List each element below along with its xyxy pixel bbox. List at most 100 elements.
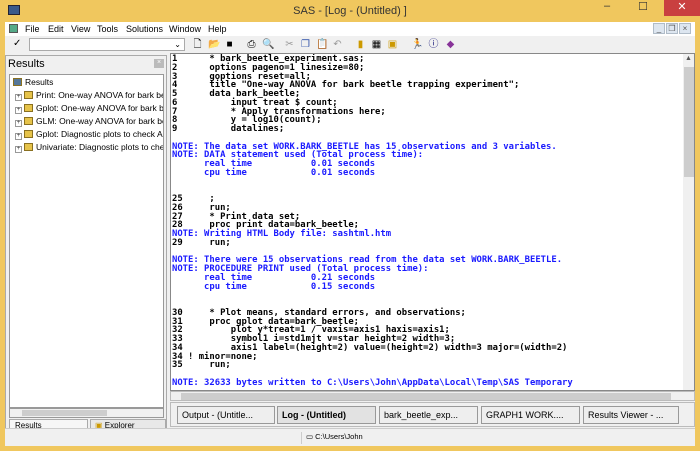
tree-item-label: Gplot: One-way ANOVA for bark beetle <box>36 103 164 113</box>
tree-item[interactable]: + Gplot: Diagnostic plots to check ANOVA <box>15 129 163 140</box>
results-title: Results <box>8 58 45 70</box>
tree-item[interactable]: + Univariate: Diagnostic plots to check <box>15 142 164 153</box>
tree-item-label: Gplot: Diagnostic plots to check ANOVA <box>36 129 163 139</box>
task-label: bark_beetle_exp... <box>384 410 459 420</box>
expand-icon[interactable]: + <box>15 146 22 153</box>
task-output[interactable]: Output - (Untitle... <box>177 406 275 424</box>
app-body: File Edit View Tools Solutions Window He… <box>5 22 695 446</box>
new-icon[interactable]: 🗋 <box>192 39 203 50</box>
menu-solutions[interactable]: Solutions <box>126 24 163 34</box>
close-button[interactable]: ✕ <box>664 0 700 16</box>
tree-item[interactable]: + Print: One-way ANOVA for bark beetle <box>15 90 163 101</box>
log-vertical-scrollbar[interactable]: ▲ <box>683 54 694 390</box>
folder-icon <box>24 104 33 112</box>
tree-root-label: Results <box>25 77 54 87</box>
log-window[interactable]: 1 * bark_beetle_experiment.sas; 2 options… <box>170 53 695 391</box>
book-icon[interactable]: ◆ <box>445 39 456 50</box>
task-label: GRAPH1 WORK.... <box>486 410 564 420</box>
log-code-line <box>172 178 573 187</box>
task-graph[interactable]: GRAPH1 WORK.... <box>481 406 580 424</box>
current-folder-path: C:\Users\John <box>315 432 363 441</box>
log-note-line: cpu time 0.01 seconds <box>172 167 376 178</box>
mdi-controls: _ ❐ × <box>652 23 691 34</box>
print-preview-icon[interactable]: 🔍 <box>262 39 274 50</box>
expand-icon[interactable]: + <box>15 94 22 101</box>
scroll-thumb[interactable] <box>181 393 671 400</box>
copy-icon[interactable]: ❐ <box>300 39 311 50</box>
results-tree: Results + Print: One-way ANOVA for bark b… <box>9 74 164 408</box>
log-note-line: cpu time 0.15 seconds <box>172 281 376 292</box>
explorer-icon[interactable]: ▦ <box>371 39 382 50</box>
submit-command-check-icon[interactable]: ✓ <box>13 38 21 49</box>
results-panel: Results × Results + Print: One-way ANOVA … <box>5 55 167 435</box>
menu-bar: File Edit View Tools Solutions Window He… <box>5 22 695 36</box>
paste-icon[interactable]: 📋 <box>316 39 328 50</box>
log-content: 1 * bark_beetle_experiment.sas; 2 options… <box>172 55 573 388</box>
log-note-line: NOTE: 32633 bytes written to C:\Users\Jo… <box>172 377 573 388</box>
task-label: Log - (Untitled) <box>282 410 346 420</box>
log-code-line <box>172 291 573 300</box>
menu-edit[interactable]: Edit <box>48 24 64 34</box>
maximize-button[interactable]: ☐ <box>628 0 658 16</box>
mdi-minimize-button[interactable]: _ <box>653 23 665 34</box>
doc-icon[interactable] <box>9 24 18 33</box>
scroll-thumb[interactable] <box>22 410 107 416</box>
task-label: Results Viewer - ... <box>588 410 664 420</box>
log-code-line: 9 datalines; <box>172 124 285 134</box>
title-bar: SAS - [Log - (Untitled) ] – ☐ ✕ <box>0 0 700 22</box>
expand-icon[interactable]: + <box>15 120 22 127</box>
help-icon[interactable]: ⓘ <box>428 39 439 50</box>
print-icon[interactable]: ⎙ <box>246 39 257 50</box>
scroll-up-icon[interactable]: ▲ <box>685 55 692 62</box>
save-icon[interactable]: ■ <box>224 39 235 50</box>
task-log[interactable]: Log - (Untitled) <box>277 406 376 424</box>
folder-icon <box>24 91 33 99</box>
tree-item[interactable]: + GLM: One-way ANOVA for bark beetle <box>15 116 163 127</box>
log-note-line: NOTE: Writing HTML Body file: sashtml.ht… <box>172 229 392 239</box>
chevron-down-icon[interactable]: ⌄ <box>174 40 181 49</box>
expand-icon[interactable]: + <box>15 133 22 140</box>
window-tabs-bar: Output - (Untitle... Log - (Untitled) ba… <box>170 402 695 427</box>
menu-view[interactable]: View <box>71 24 90 34</box>
run-icon[interactable]: 🏃 <box>411 39 423 50</box>
tree-item-label: GLM: One-way ANOVA for bark beetle <box>36 116 163 126</box>
log-code-line: 35 run; <box>172 360 231 371</box>
toolbar: ✓ ⌄ 🗋 📂 ■ ⎙ 🔍 ✂ ❐ 📋 ↶ ▮ ▦ ▣ 🏃 ⓘ ◆ <box>5 36 695 53</box>
tree-horizontal-scrollbar[interactable] <box>9 408 164 418</box>
open-icon[interactable]: 📂 <box>208 39 220 50</box>
new-library-icon[interactable]: ▮ <box>355 39 366 50</box>
menu-window[interactable]: Window <box>169 24 201 34</box>
undo-icon[interactable]: ↶ <box>332 39 343 50</box>
menu-file[interactable]: File <box>25 24 40 34</box>
mdi-close-button[interactable]: × <box>679 23 691 34</box>
command-box[interactable]: ⌄ <box>29 38 185 51</box>
log-code-line: 25 ; <box>172 194 215 204</box>
libraries-icon[interactable]: ▣ <box>387 39 398 50</box>
task-label: Output - (Untitle... <box>182 410 254 420</box>
scroll-thumb[interactable] <box>684 67 694 177</box>
tree-root[interactable]: Results <box>13 77 53 87</box>
tree-item[interactable]: + Gplot: One-way ANOVA for bark beetle <box>15 103 164 114</box>
folder-icon <box>24 130 33 138</box>
cut-icon[interactable]: ✂ <box>284 39 295 50</box>
results-close-button[interactable]: × <box>154 59 164 68</box>
log-code-line: 34 ! minor=none; <box>172 351 258 362</box>
minimize-button[interactable]: – <box>592 0 622 16</box>
log-code-line <box>172 186 573 195</box>
task-editor[interactable]: bark_beetle_exp... <box>379 406 478 424</box>
expand-icon[interactable]: + <box>15 107 22 114</box>
status-bar: ▭ C:\Users\John <box>5 428 695 444</box>
menu-help[interactable]: Help <box>208 24 227 34</box>
task-results-viewer[interactable]: Results Viewer - ... <box>583 406 679 424</box>
current-folder[interactable]: ▭ C:\Users\John <box>301 432 451 444</box>
tree-item-label: Univariate: Diagnostic plots to check <box>36 142 164 152</box>
results-icon <box>13 78 22 86</box>
drive-icon: ▭ <box>306 432 316 441</box>
folder-icon <box>24 143 33 151</box>
log-horizontal-scrollbar[interactable] <box>170 391 695 401</box>
tree-item-label: Print: One-way ANOVA for bark beetle <box>36 90 163 100</box>
log-code-line: 29 run; <box>172 237 231 248</box>
mdi-restore-button[interactable]: ❐ <box>666 23 678 34</box>
folder-icon <box>24 117 33 125</box>
menu-tools[interactable]: Tools <box>97 24 118 34</box>
